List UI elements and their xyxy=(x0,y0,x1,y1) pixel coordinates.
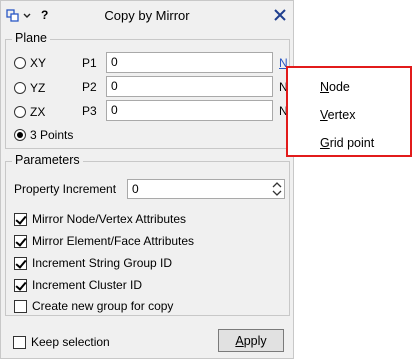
copy-by-mirror-dialog: ? Copy by Mirror Plane XY YZ ZX 3 Points… xyxy=(0,0,294,359)
title-bar: ? Copy by Mirror xyxy=(1,1,293,31)
property-increment-label: Property Increment xyxy=(14,182,117,196)
apply-button-label: Apply xyxy=(235,333,267,348)
checkbox-mirror-node-vertex-box[interactable] xyxy=(14,212,27,226)
checkbox-create-new-group-label: Create new group for copy xyxy=(32,299,174,313)
radio-yz-button[interactable] xyxy=(14,82,26,94)
menu-item-vertex[interactable]: Vertex xyxy=(320,108,355,122)
stage: ? Copy by Mirror Plane XY YZ ZX 3 Points… xyxy=(0,0,417,359)
checkbox-mirror-element-face-box[interactable] xyxy=(14,234,27,248)
checkbox-increment-string-group[interactable]: Increment String Group ID xyxy=(14,255,172,271)
radio-zx[interactable]: ZX xyxy=(14,103,45,121)
radio-zx-label: ZX xyxy=(30,105,46,119)
checkbox-mirror-node-vertex[interactable]: Mirror Node/Vertex Attributes xyxy=(14,211,186,227)
checkbox-increment-string-group-box[interactable] xyxy=(14,256,27,270)
p1-label: P1 xyxy=(82,56,97,70)
p2-input[interactable]: 0 xyxy=(106,76,273,97)
property-increment-spinner[interactable]: 0 xyxy=(127,179,285,199)
plane-group: Plane XY YZ ZX 3 Points P1 0 N P2 0 N P3… xyxy=(5,31,290,149)
plane-group-label: Plane xyxy=(12,31,50,45)
checkbox-increment-cluster-label: Increment Cluster ID xyxy=(32,278,143,292)
p3-input[interactable]: 0 xyxy=(106,100,273,121)
keep-selection-label: Keep selection xyxy=(31,335,110,349)
checkbox-create-new-group[interactable]: Create new group for copy xyxy=(14,298,173,314)
p2-label: P2 xyxy=(82,80,97,94)
parameters-group-label: Parameters xyxy=(12,153,83,167)
node-type-popup-menu: Node Vertex Grid point xyxy=(286,66,412,157)
checkbox-increment-cluster[interactable]: Increment Cluster ID xyxy=(14,277,142,293)
radio-yz[interactable]: YZ xyxy=(14,79,45,97)
parameters-group: Parameters Property Increment 0 Mirror N… xyxy=(5,153,290,316)
menu-item-grid-point[interactable]: Grid point xyxy=(320,136,374,150)
radio-xy-label: XY xyxy=(30,56,47,70)
checkbox-mirror-element-face-label: Mirror Element/Face Attributes xyxy=(32,234,195,248)
checkbox-mirror-node-vertex-label: Mirror Node/Vertex Attributes xyxy=(32,212,187,226)
keep-selection-box[interactable] xyxy=(13,335,26,349)
radio-3-points[interactable]: 3 Points xyxy=(14,126,73,144)
apply-button[interactable]: Apply xyxy=(218,329,284,352)
radio-zx-button[interactable] xyxy=(14,106,26,118)
radio-xy-button[interactable] xyxy=(14,57,26,69)
checkbox-increment-cluster-box[interactable] xyxy=(14,278,27,292)
checkbox-increment-string-group-label: Increment String Group ID xyxy=(32,256,173,270)
close-icon[interactable] xyxy=(273,8,287,22)
checkbox-mirror-element-face[interactable]: Mirror Element/Face Attributes xyxy=(14,233,194,249)
keep-selection-checkbox[interactable]: Keep selection xyxy=(13,334,110,350)
p3-label: P3 xyxy=(82,104,97,118)
radio-3-points-label: 3 Points xyxy=(30,128,74,142)
radio-yz-label: YZ xyxy=(30,81,46,95)
menu-item-node[interactable]: Node xyxy=(320,80,350,94)
radio-3-points-button[interactable] xyxy=(14,129,26,141)
p1-input[interactable]: 0 xyxy=(106,52,273,73)
property-increment-value: 0 xyxy=(132,182,139,196)
dialog-title: Copy by Mirror xyxy=(104,8,190,23)
radio-xy[interactable]: XY xyxy=(14,54,46,72)
checkbox-create-new-group-box[interactable] xyxy=(14,299,27,313)
spinner-arrows-icon[interactable] xyxy=(272,181,282,197)
